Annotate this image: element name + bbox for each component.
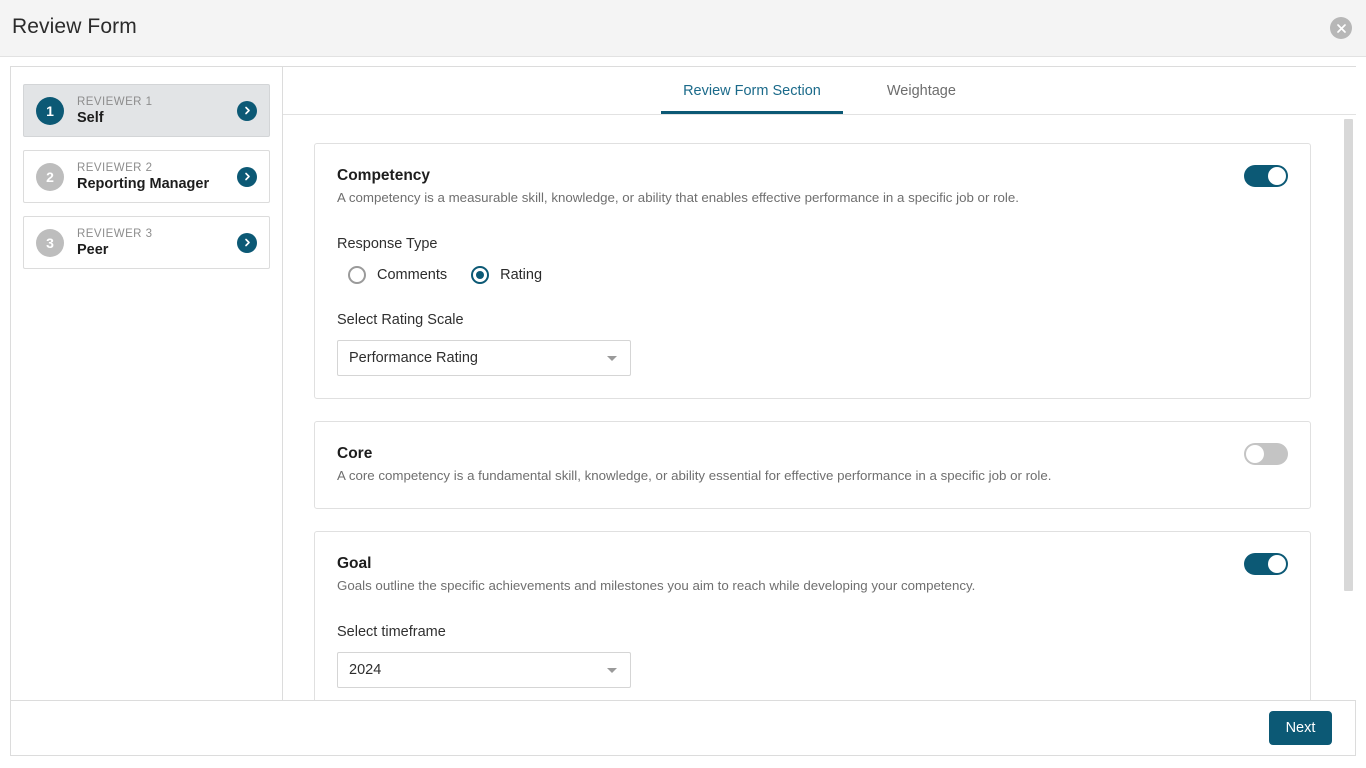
radio-icon [348,266,366,284]
section-title: Competency [337,167,431,184]
section-title: Goal [337,555,372,572]
timeframe-label: Select timeframe [337,624,446,640]
toggle-goal[interactable] [1244,553,1288,575]
form-scroll-area: Competency A competency is a measurable … [283,116,1356,700]
toggle-knob [1268,555,1286,573]
radio-option-comments[interactable]: Comments [348,266,447,284]
radio-label: Rating [500,267,543,283]
radio-label: Comments [377,267,448,283]
reviewer-name: Self [77,109,104,126]
reviewer-badge: 1 [36,96,64,125]
close-icon[interactable] [1330,17,1352,39]
tab-bar: Review Form Section Weightage [283,67,1356,115]
toggle-knob [1268,167,1286,185]
chevron-right-icon[interactable] [237,100,257,121]
review-form-panel: 1 REVIEWER 1 Self 2 REVIEWER 2 Reporting… [10,66,1356,756]
chevron-right-icon[interactable] [237,166,257,187]
dialog-footer: Next [11,700,1355,755]
response-type-radio-group: Comments Rating [337,266,1288,284]
reviewer-text: REVIEWER 1 Self [77,95,237,127]
content-region: Review Form Section Weightage Competency… [283,67,1356,700]
reviewer-sidebar: 1 REVIEWER 1 Self 2 REVIEWER 2 Reporting… [11,67,283,700]
timeframe-select[interactable]: 2024 [337,652,631,688]
reviewer-badge: 3 [36,228,64,257]
toggle-core[interactable] [1244,443,1288,465]
page-title: Review Form [12,15,137,38]
reviewer-name: Reporting Manager [77,175,210,192]
section-description: A core competency is a fundamental skill… [337,468,1052,483]
response-type-label: Response Type [337,236,438,252]
reviewer-badge: 2 [36,162,64,191]
reviewer-name: Peer [77,241,109,258]
tab-weightage[interactable]: Weightage [865,83,978,114]
reviewer-text: REVIEWER 2 Reporting Manager [77,161,237,193]
radio-icon [471,266,490,284]
window-header: Review Form [0,0,1366,57]
radio-option-rating[interactable]: Rating [471,266,542,284]
section-description: Goals outline the specific achievements … [337,578,976,593]
sidebar-item-reviewer-3[interactable]: 3 REVIEWER 3 Peer [23,216,270,269]
section-card-core: Core A core competency is a fundamental … [314,421,1311,509]
rating-scale-select[interactable]: Performance Rating [337,340,631,376]
sidebar-item-reviewer-2[interactable]: 2 REVIEWER 2 Reporting Manager [23,150,270,203]
section-title: Core [337,445,373,462]
reviewer-eyebrow: REVIEWER 1 [77,95,153,108]
reviewer-eyebrow: REVIEWER 2 [77,161,153,174]
section-card-competency: Competency A competency is a measurable … [314,143,1311,399]
reviewer-eyebrow: REVIEWER 3 [77,227,153,240]
sidebar-item-reviewer-1[interactable]: 1 REVIEWER 1 Self [23,84,270,137]
chevron-right-icon[interactable] [237,232,257,253]
section-card-goal: Goal Goals outline the specific achievem… [314,531,1311,700]
chevron-down-icon [607,355,617,361]
reviewer-text: REVIEWER 3 Peer [77,227,237,259]
tab-review-form-section[interactable]: Review Form Section [661,83,843,114]
section-description: A competency is a measurable skill, know… [337,190,1019,205]
next-button[interactable]: Next [1269,711,1332,745]
rating-scale-value: Performance Rating [349,350,478,366]
chevron-down-icon [607,667,617,673]
toggle-knob [1246,445,1264,463]
scrollbar-thumb[interactable] [1344,119,1353,591]
timeframe-value: 2024 [349,662,382,678]
toggle-competency[interactable] [1244,165,1288,187]
rating-scale-label: Select Rating Scale [337,312,464,328]
